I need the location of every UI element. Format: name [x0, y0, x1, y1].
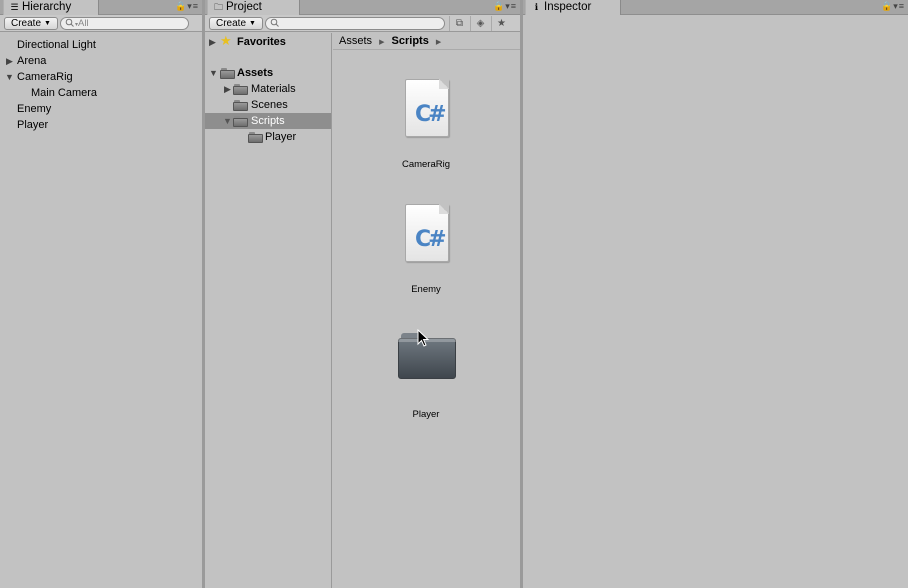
search-icon [270, 18, 279, 27]
project-panel: 🗀 Project 🔒▾≡ Create ▼ ⧉ ◈ ★ ▶ ★ Favorites… [205, 0, 520, 588]
project-asset-view: Assets ▶ Scripts ▶ C# CameraRig C# Enemy… [333, 33, 520, 588]
folder-item-materials[interactable]: ▶ Materials [205, 81, 331, 97]
project-toolbar: Create ▼ ⧉ ◈ ★ [205, 15, 520, 32]
lock-icon[interactable]: 🔒 [493, 1, 505, 11]
expand-arrow-icon[interactable]: ▶ [224, 81, 231, 97]
inspector-tabbar: ℹ Inspector 🔒▾≡ [523, 0, 908, 15]
collapse-arrow-icon[interactable]: ▼ [223, 113, 232, 129]
mouse-cursor-icon [417, 329, 430, 347]
tab-project[interactable]: 🗀 Project [207, 0, 300, 15]
breadcrumb-separator-icon: ▶ [435, 39, 442, 46]
breadcrumb: Assets ▶ Scripts ▶ [333, 33, 520, 50]
panel-menu-icon[interactable]: ▾≡ [187, 1, 199, 11]
hierarchy-search-input[interactable]: ▾All [60, 17, 189, 30]
hierarchy-create-button[interactable]: Create ▼ [4, 17, 58, 30]
hierarchy-item-arena[interactable]: ▶ Arena [0, 53, 202, 69]
folder-icon [248, 132, 263, 143]
tab-hierarchy[interactable]: ☰ Hierarchy [3, 0, 99, 15]
hierarchy-panel: ☰ Hierarchy 🔒▾≡ Create ▼ ▾All Directional … [0, 0, 202, 588]
folder-icon [233, 116, 248, 127]
hierarchy-item-directional-light[interactable]: Directional Light [0, 37, 202, 53]
folder-icon [220, 68, 235, 79]
folder-item-scenes[interactable]: Scenes [205, 97, 331, 113]
breadcrumb-current[interactable]: Scripts [392, 35, 429, 47]
folder-item-player[interactable]: Player [205, 129, 331, 145]
assets-item[interactable]: ▼ Assets [205, 65, 331, 81]
hierarchy-item-enemy[interactable]: Enemy [0, 101, 202, 117]
folder-icon [233, 100, 248, 111]
project-tab-controls[interactable]: 🔒▾≡ [493, 1, 517, 12]
inspector-panel: ℹ Inspector 🔒▾≡ [523, 0, 908, 588]
breadcrumb-root[interactable]: Assets [339, 35, 372, 47]
project-tabbar: 🗀 Project 🔒▾≡ [205, 0, 520, 15]
project-folder-tree: ▶ ★ Favorites ▼ Assets ▶ Materials Scene… [205, 33, 332, 588]
folder-tab-icon: 🗀 [213, 2, 223, 12]
project-create-button[interactable]: Create ▼ [209, 17, 263, 30]
hierarchy-tabbar: ☰ Hierarchy 🔒▾≡ [0, 0, 202, 15]
favorites-item[interactable]: ▶ ★ Favorites [205, 33, 331, 50]
folder-icon [233, 84, 248, 95]
collapse-arrow-icon[interactable]: ▼ [209, 65, 218, 81]
hierarchy-item-camerarig[interactable]: ▼ CameraRig [0, 69, 202, 85]
hierarchy-tab-controls[interactable]: 🔒▾≡ [175, 1, 199, 12]
expand-arrow-icon[interactable]: ▶ [6, 53, 13, 69]
panel-menu-icon[interactable]: ▾≡ [893, 1, 905, 11]
folder-item-scripts[interactable]: ▼ Scripts [205, 113, 331, 129]
csharp-script-icon: C# [405, 204, 449, 262]
inspector-content [523, 16, 908, 588]
csharp-script-icon: C# [405, 79, 449, 137]
hierarchy-toolbar: Create ▼ ▾All [0, 15, 202, 32]
hierarchy-item-player[interactable]: Player [0, 117, 202, 133]
inspector-tab-controls[interactable]: 🔒▾≡ [881, 1, 905, 12]
hierarchy-item-main-camera[interactable]: Main Camera [0, 85, 202, 101]
dropdown-arrow-icon: ▼ [44, 20, 51, 27]
tab-inspector[interactable]: ℹ Inspector [525, 0, 621, 15]
project-search-input[interactable] [265, 17, 445, 30]
collapse-arrow-icon[interactable]: ▼ [5, 69, 14, 85]
lock-icon[interactable]: 🔒 [881, 1, 893, 11]
info-icon: ℹ [534, 2, 539, 12]
asset-camerarig[interactable]: C# CameraRig [381, 79, 471, 175]
search-by-label-icon[interactable]: ◈ [470, 16, 490, 31]
hierarchy-list-icon: ☰ [10, 2, 19, 12]
star-icon: ★ [220, 33, 232, 48]
breadcrumb-separator-icon: ▶ [379, 39, 385, 46]
search-by-type-icon[interactable]: ⧉ [449, 16, 469, 31]
favorite-star-icon[interactable]: ★ [491, 16, 511, 31]
lock-icon[interactable]: 🔒 [175, 1, 187, 11]
search-icon [65, 18, 74, 27]
panel-menu-icon[interactable]: ▾≡ [505, 1, 517, 11]
dropdown-arrow-icon: ▼ [249, 20, 256, 27]
asset-enemy[interactable]: C# Enemy [381, 204, 471, 300]
expand-arrow-icon[interactable]: ▶ [209, 34, 216, 50]
